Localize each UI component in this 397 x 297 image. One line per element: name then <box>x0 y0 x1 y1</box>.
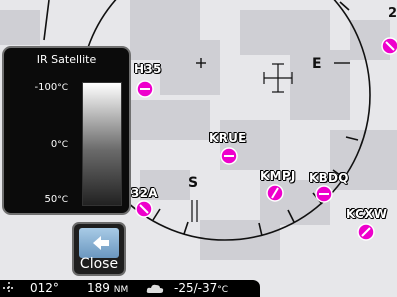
temperature-value: -25/-37 <box>174 281 218 295</box>
waypoint-label-krue[interactable]: KRUE <box>209 131 247 145</box>
back-arrow-icon <box>79 228 119 258</box>
legend-label-top-value: -100 <box>34 82 58 93</box>
airport-edge-icon[interactable] <box>381 37 397 55</box>
cloud-icon <box>146 283 164 297</box>
distance-display: 189 NM <box>87 281 128 295</box>
map-screen[interactable]: H35 KRUE KMPJ KBDQ KCXW 32A E S 2 IR Sat… <box>0 0 397 297</box>
temperature-display: -25/-37°C <box>174 281 228 295</box>
legend-label-bottom-unit: °C <box>57 195 68 205</box>
track-value: 012° <box>30 281 59 295</box>
legend-label-mid-unit: °C <box>57 140 68 150</box>
compass-south-label: S <box>188 175 199 191</box>
waypoint-label-kmpj[interactable]: KMPJ <box>260 169 296 183</box>
airport-32a-icon[interactable] <box>135 200 153 218</box>
close-button-label: Close <box>79 256 119 272</box>
ir-satellite-legend: IR Satellite -100°C 0°C 50°C <box>2 46 131 215</box>
distance-value: 189 <box>87 281 110 295</box>
legend-label-bottom-value: 50 <box>44 194 58 205</box>
distance-unit: NM <box>113 285 129 295</box>
waypoint-label-h35[interactable]: H35 <box>134 62 162 76</box>
airport-krue-icon[interactable] <box>220 147 238 165</box>
waypoint-label-32a[interactable]: 32A <box>131 186 158 200</box>
waypoint-label-kcxw[interactable]: KCXW <box>346 207 387 221</box>
legend-title: IR Satellite <box>36 53 97 66</box>
waypoint-label-kbdq[interactable]: KBDQ <box>309 171 349 185</box>
legend-label-top-unit: °C <box>57 83 68 93</box>
position-icon <box>3 281 15 297</box>
status-bar: 012° 189 NM -25/-37°C <box>0 280 260 297</box>
airport-kcxw-icon[interactable] <box>357 223 375 241</box>
compass-east-label: E <box>312 56 322 72</box>
airport-kmpj-icon[interactable] <box>266 184 284 202</box>
legend-label-mid: 0°C <box>16 139 68 150</box>
legend-gradient-bar <box>82 82 122 206</box>
legend-label-bottom: 50°C <box>16 194 68 205</box>
close-button[interactable]: Close <box>72 222 126 276</box>
compass-top-right-label: 2 <box>388 6 397 21</box>
legend-label-top: -100°C <box>16 82 69 93</box>
airport-h35-icon[interactable] <box>136 80 154 98</box>
airport-kbdq-icon[interactable] <box>315 185 333 203</box>
temperature-unit: °C <box>217 285 229 295</box>
